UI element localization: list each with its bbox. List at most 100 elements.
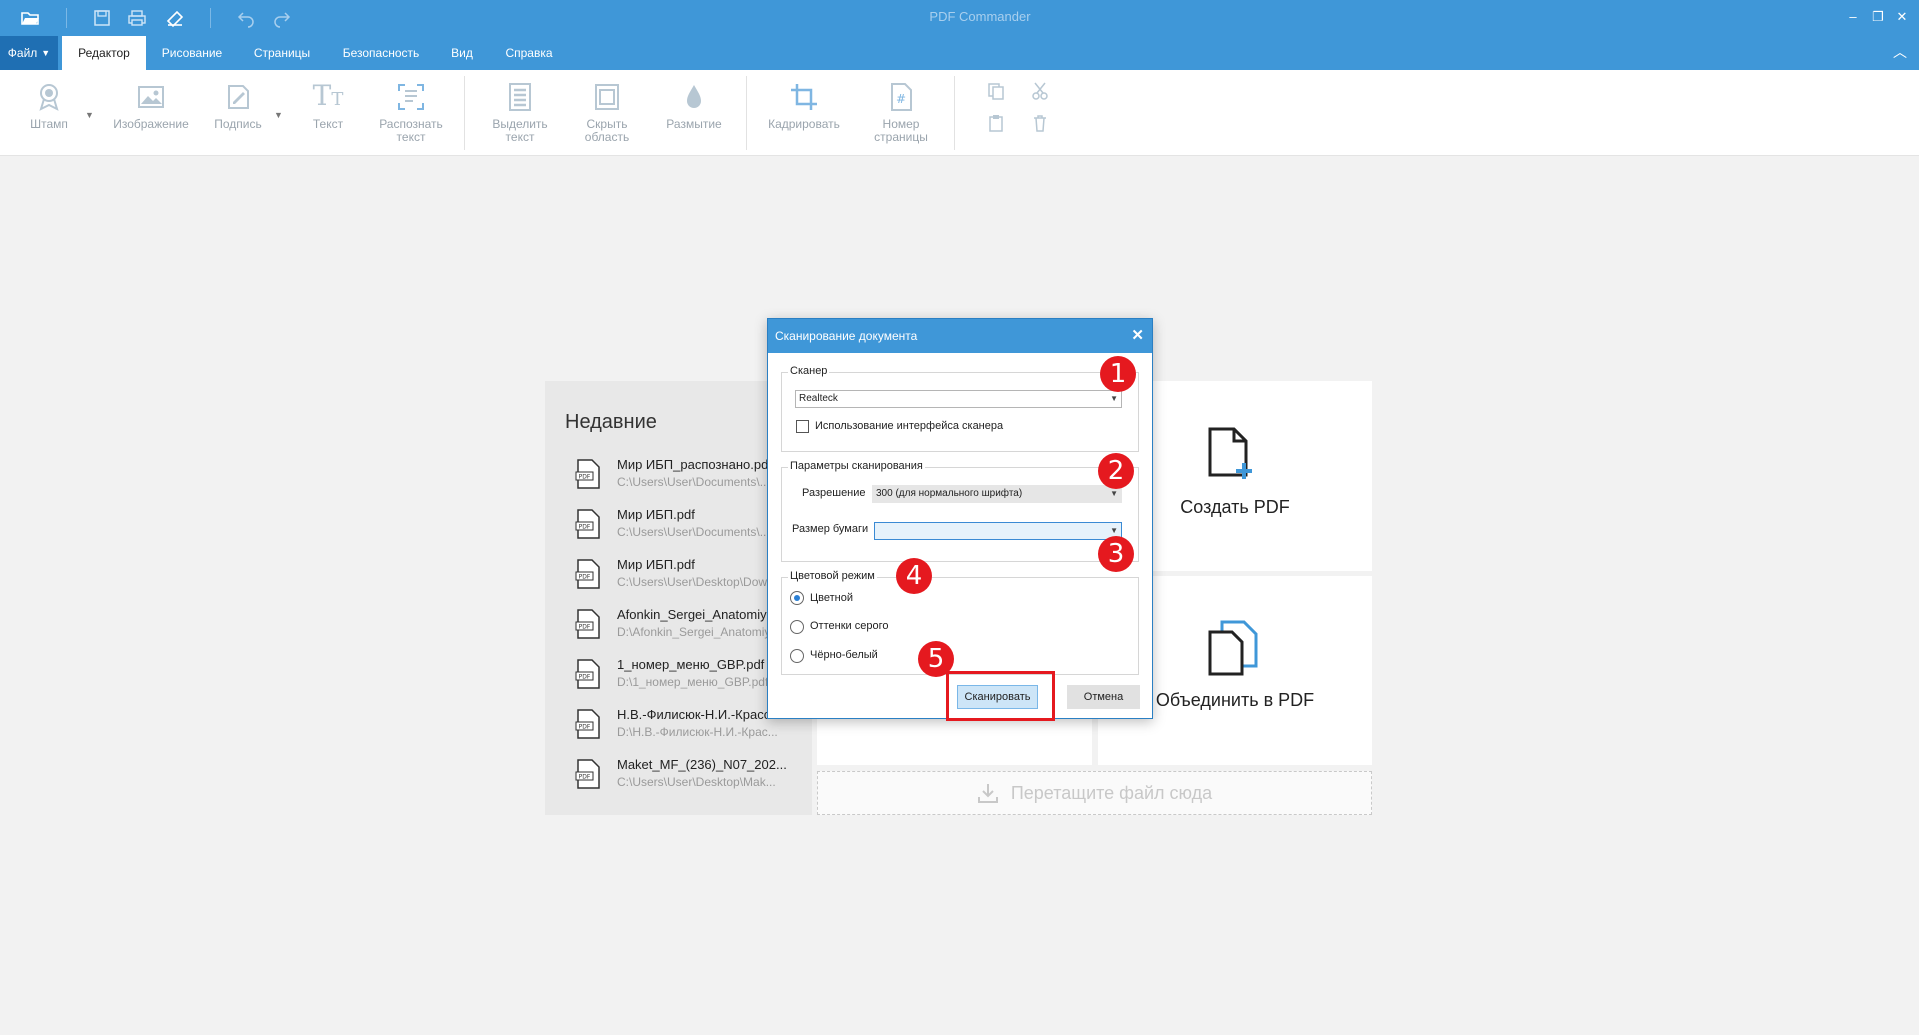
- stamp-label: Штамп: [30, 117, 68, 131]
- pdf-file-icon: PDF: [575, 659, 600, 689]
- redo-icon[interactable]: [269, 5, 295, 31]
- scanner-select-value: Realteck: [799, 393, 838, 404]
- svg-text:#: #: [896, 92, 906, 106]
- page-number-button[interactable]: # Номер страницы: [862, 80, 940, 154]
- download-icon: [977, 784, 998, 803]
- signature-button[interactable]: Подпись: [208, 80, 268, 154]
- recent-file-name: Maket_MF_(236)_N07_202...: [617, 757, 787, 772]
- resolution-select[interactable]: 300 (для нормального шрифта) ▼: [872, 485, 1122, 503]
- svg-text:PDF: PDF: [579, 724, 591, 731]
- title-bar: PDF Commander – ❐ ✕: [0, 0, 1919, 35]
- scan-params-group: Параметры сканирования: [781, 460, 1139, 562]
- menu-bar: Файл ▼ Редактор Рисование Страницы Безоп…: [0, 35, 1919, 70]
- color-radio[interactable]: [790, 591, 804, 605]
- dialog-title: Сканирование документа: [775, 329, 918, 343]
- ocr-icon: [394, 80, 428, 114]
- grayscale-radio[interactable]: [790, 620, 804, 634]
- recent-file-path: C:\Users\User\Documents\...: [617, 525, 770, 539]
- page-number-label-2: страницы: [874, 130, 928, 144]
- close-window-icon[interactable]: ✕: [1890, 6, 1914, 28]
- delete-icon[interactable]: [1029, 112, 1051, 134]
- color-option-label: Цветной: [810, 592, 853, 604]
- paste-icon[interactable]: [985, 112, 1007, 134]
- scan-button-highlight: [946, 671, 1055, 721]
- blur-label: Размытие: [666, 117, 722, 131]
- tab-help[interactable]: Справка: [495, 36, 563, 70]
- recent-file-path: D:\Afonkin_Sergei_Anatomiy...: [617, 625, 777, 639]
- scanner-group-label: Сканер: [788, 365, 830, 377]
- chevron-down-icon: ▼: [1110, 394, 1118, 403]
- chevron-down-icon: ▼: [41, 48, 51, 58]
- tab-pages[interactable]: Страницы: [243, 36, 321, 70]
- step-badge-3: 3: [1098, 536, 1134, 572]
- scanner-select[interactable]: Realteck ▼: [795, 390, 1122, 408]
- signature-label: Подпись: [214, 117, 262, 131]
- text-label: Текст: [312, 117, 344, 131]
- stamp-icon: [32, 80, 66, 114]
- collapse-ribbon-icon[interactable]: ︿: [1893, 42, 1907, 62]
- svg-text:PDF: PDF: [579, 674, 591, 681]
- recent-title: Недавние: [565, 411, 657, 433]
- pdf-file-icon: PDF: [575, 509, 600, 539]
- highlight-text-button[interactable]: Выделить текст: [478, 80, 562, 154]
- step-badge-4: 4: [896, 558, 932, 594]
- recognize-text-button[interactable]: Распознать текст: [368, 80, 454, 154]
- pdf-file-icon: PDF: [575, 559, 600, 589]
- image-button[interactable]: Изображение: [108, 80, 194, 154]
- list-item[interactable]: PDF Maket_MF_(236)_N07_202... C:\Users\U…: [575, 753, 805, 803]
- tab-editor[interactable]: Редактор: [62, 36, 146, 70]
- paper-size-select[interactable]: ▼: [874, 522, 1122, 540]
- minimize-icon[interactable]: –: [1841, 6, 1865, 28]
- merge-pdf-icon: [1208, 620, 1258, 676]
- svg-text:PDF: PDF: [579, 774, 591, 781]
- tab-drawing[interactable]: Рисование: [152, 36, 232, 70]
- stamp-button[interactable]: Штамп: [22, 80, 76, 154]
- hide-area-icon: [590, 80, 624, 114]
- svg-text:PDF: PDF: [579, 474, 591, 481]
- page-number-icon: #: [884, 80, 918, 114]
- text-button[interactable]: TT Текст: [300, 80, 356, 154]
- signature-dropdown-icon[interactable]: ▼: [274, 110, 283, 120]
- blur-drop-icon: [677, 80, 711, 114]
- ribbon-toolbar: Штамп ▼ Изображение Подпись ▼ TT Текст Р…: [0, 70, 1919, 156]
- highlight-label-2: текст: [505, 130, 535, 144]
- hide-area-button[interactable]: Скрыть область: [566, 80, 648, 154]
- crop-button[interactable]: Кадрировать: [760, 80, 848, 154]
- bw-radio[interactable]: [790, 649, 804, 663]
- drop-zone[interactable]: Перетащите файл сюда: [817, 771, 1372, 815]
- close-icon[interactable]: ✕: [1131, 326, 1144, 344]
- recognize-label-2: текст: [396, 130, 426, 144]
- tab-security[interactable]: Безопасность: [333, 36, 429, 70]
- cancel-button[interactable]: Отмена: [1067, 685, 1140, 709]
- tab-view[interactable]: Вид: [441, 36, 483, 70]
- copy-icon[interactable]: [985, 80, 1007, 102]
- scan-params-label: Параметры сканирования: [788, 460, 925, 472]
- signature-icon: [221, 80, 255, 114]
- scanner-group: Сканер: [781, 365, 1139, 452]
- pdf-file-icon: PDF: [575, 609, 600, 639]
- print-icon[interactable]: [124, 5, 150, 31]
- recent-file-path: D:\Н.В.-Филисюк-Н.И.-Крас...: [617, 725, 777, 739]
- recent-file-path: D:\1_номер_меню_GBP.pdf: [617, 675, 769, 689]
- app-title: PDF Commander: [929, 9, 1031, 24]
- cut-icon[interactable]: [1029, 80, 1051, 102]
- open-folder-icon[interactable]: [17, 5, 43, 31]
- resolution-value: 300 (для нормального шрифта): [876, 488, 1023, 499]
- recent-file-path: C:\Users\User\Desktop\Dow...: [617, 575, 777, 589]
- crop-icon: [787, 80, 821, 114]
- step-badge-1: 1: [1100, 356, 1136, 392]
- blur-button[interactable]: Размытие: [656, 80, 732, 154]
- scan-icon[interactable]: [162, 5, 188, 31]
- file-menu-button[interactable]: Файл ▼: [0, 36, 58, 70]
- use-interface-checkbox[interactable]: [796, 420, 809, 433]
- save-icon[interactable]: [89, 5, 115, 31]
- grayscale-option-label: Оттенки серого: [810, 620, 889, 632]
- restore-icon[interactable]: ❐: [1866, 6, 1890, 28]
- color-mode-label: Цветовой режим: [788, 570, 877, 582]
- paper-size-label: Размер бумаги: [792, 523, 869, 535]
- image-label: Изображение: [113, 117, 189, 131]
- undo-icon[interactable]: [233, 5, 259, 31]
- step-badge-2: 2: [1098, 453, 1134, 489]
- recent-file-path: C:\Users\User\Documents\...: [617, 475, 770, 489]
- stamp-dropdown-icon[interactable]: ▼: [85, 110, 94, 120]
